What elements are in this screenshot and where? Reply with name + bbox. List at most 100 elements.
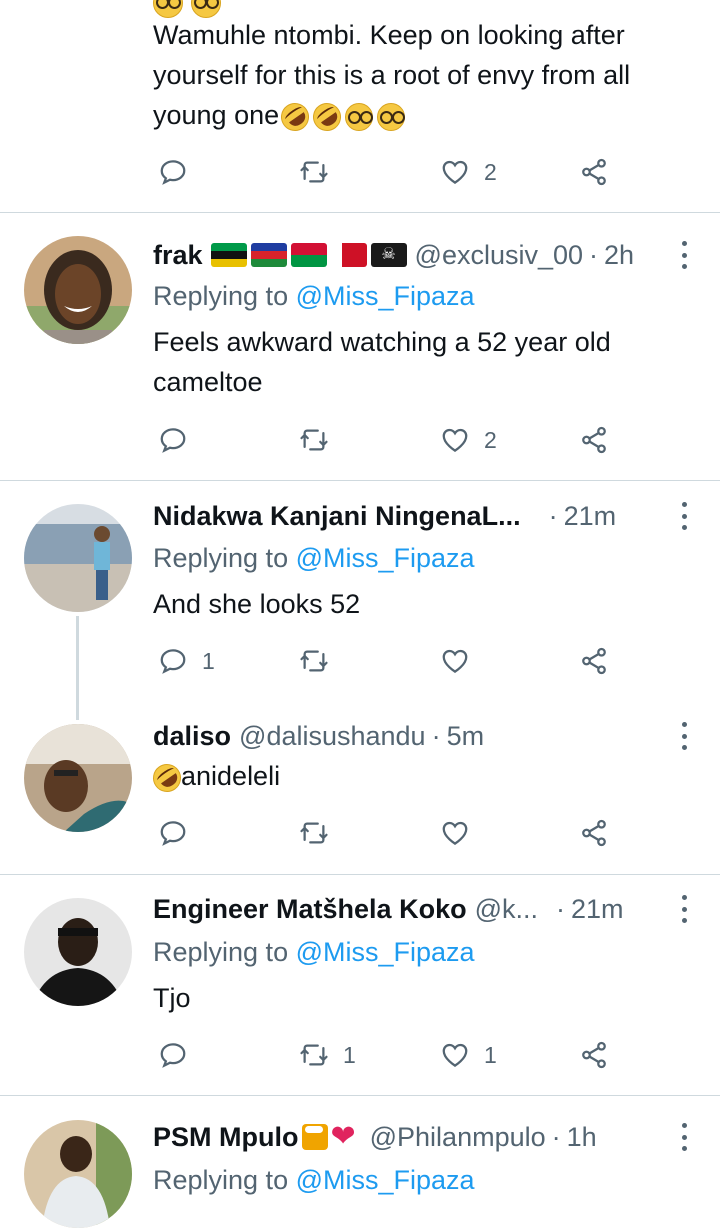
rolling-on-floor-laughing-icon bbox=[307, 97, 347, 137]
nerd-face-icon bbox=[345, 102, 374, 131]
reply-icon bbox=[158, 425, 188, 455]
heart-icon bbox=[440, 425, 470, 455]
more-options-icon[interactable] bbox=[680, 241, 688, 269]
reply-count: 1 bbox=[202, 647, 215, 674]
tweet-partial: Wamuhle ntombi. Keep on looking after yo… bbox=[0, 0, 720, 212]
timestamp[interactable]: 2h bbox=[604, 235, 634, 275]
divider bbox=[0, 480, 720, 481]
replying-to: Replying to @Miss_Fipaza bbox=[153, 937, 475, 967]
bahrain-flag-icon bbox=[330, 243, 367, 267]
retweet-button[interactable] bbox=[299, 152, 329, 192]
reply-icon bbox=[158, 818, 188, 848]
clinking-beer-mugs-icon bbox=[302, 1124, 329, 1150]
tweet-text: Wamuhle ntombi. Keep on looking after yo… bbox=[153, 15, 630, 137]
user-handle[interactable]: @Philanmpulo bbox=[370, 1117, 546, 1157]
display-name[interactable]: Engineer Matšhela Koko bbox=[153, 889, 467, 929]
reply-icon bbox=[158, 1040, 188, 1070]
retweet-icon bbox=[299, 1040, 329, 1070]
tweet-text: And she looks 52 bbox=[153, 589, 361, 619]
share-button[interactable] bbox=[579, 813, 609, 853]
separator: · bbox=[551, 1122, 561, 1152]
like-button[interactable] bbox=[440, 813, 470, 853]
replying-to: Replying to @Miss_Fipaza bbox=[153, 281, 475, 311]
separator: · bbox=[548, 501, 558, 531]
more-options-icon[interactable] bbox=[680, 895, 688, 923]
user-handle[interactable]: @k... bbox=[475, 889, 538, 929]
avatar[interactable] bbox=[24, 504, 132, 612]
tweet-header: daliso @dalisushandu · 5m bbox=[153, 716, 484, 756]
heart-icon bbox=[440, 157, 470, 187]
flag-emoji-group: ☠ bbox=[210, 243, 407, 267]
reply-button[interactable] bbox=[158, 152, 188, 192]
tweet-header: PSM Mpulo ❤ @Philanmpulo · 1h bbox=[153, 1117, 597, 1157]
like-count: 2 bbox=[484, 426, 497, 453]
tweet-header: frak ☠ @exclusiv_00 · 2h bbox=[153, 235, 634, 275]
retweet-icon bbox=[299, 646, 329, 676]
user-handle[interactable]: @dalisushandu bbox=[239, 716, 426, 756]
action-bar bbox=[0, 813, 720, 853]
like-button[interactable]: 1 bbox=[440, 1035, 497, 1075]
timestamp[interactable]: 21m bbox=[571, 889, 624, 929]
divider bbox=[0, 1095, 720, 1096]
divider bbox=[0, 874, 720, 875]
tweet-body: Replying to @Miss_Fipaza bbox=[153, 1160, 475, 1200]
divider bbox=[0, 212, 720, 213]
retweet-button[interactable] bbox=[299, 641, 329, 681]
display-name[interactable]: daliso bbox=[153, 716, 231, 756]
share-button[interactable] bbox=[579, 420, 609, 460]
reply-button[interactable] bbox=[158, 813, 188, 853]
new-caledonia-flag-icon bbox=[250, 243, 287, 267]
like-button[interactable]: 2 bbox=[440, 420, 497, 460]
more-options-icon[interactable] bbox=[680, 1123, 688, 1151]
pirate-flag-icon: ☠ bbox=[370, 243, 407, 267]
share-icon bbox=[579, 425, 609, 455]
heart-icon bbox=[440, 646, 470, 676]
thread-connector bbox=[76, 616, 79, 720]
replying-to: Replying to @Miss_Fipaza bbox=[153, 543, 475, 573]
more-options-icon[interactable] bbox=[680, 502, 688, 530]
avatar[interactable] bbox=[24, 898, 132, 1006]
tweet-text: anideleli bbox=[147, 756, 280, 798]
like-button[interactable] bbox=[440, 641, 470, 681]
share-button[interactable] bbox=[579, 152, 609, 192]
share-icon bbox=[579, 646, 609, 676]
replying-to-link[interactable]: @Miss_Fipaza bbox=[296, 543, 475, 573]
timestamp[interactable]: 21m bbox=[564, 496, 617, 536]
reply-button[interactable] bbox=[158, 420, 188, 460]
share-icon bbox=[579, 818, 609, 848]
user-handle[interactable]: @exclusiv_00 bbox=[415, 235, 584, 275]
heart-icon bbox=[440, 1040, 470, 1070]
timestamp[interactable]: 1h bbox=[567, 1117, 597, 1157]
reply-button[interactable] bbox=[158, 1035, 188, 1075]
action-bar: 1 1 bbox=[0, 1035, 720, 1075]
tweet-text: Tjo bbox=[153, 983, 191, 1013]
tweet-body: Replying to @Miss_Fipaza And she looks 5… bbox=[153, 538, 475, 624]
retweet-button[interactable] bbox=[299, 813, 329, 853]
avatar[interactable] bbox=[24, 236, 132, 344]
reply-icon bbox=[158, 157, 188, 187]
share-icon bbox=[579, 1040, 609, 1070]
more-options-icon[interactable] bbox=[680, 722, 688, 750]
heart-icon bbox=[440, 818, 470, 848]
display-name[interactable]: frak bbox=[153, 235, 203, 275]
retweet-button[interactable]: 1 bbox=[299, 1035, 356, 1075]
retweet-icon bbox=[299, 818, 329, 848]
like-button[interactable]: 2 bbox=[440, 152, 497, 192]
like-count: 2 bbox=[484, 158, 497, 185]
reply-button[interactable]: 1 bbox=[158, 641, 215, 681]
share-button[interactable] bbox=[579, 1035, 609, 1075]
retweet-button[interactable] bbox=[299, 420, 329, 460]
display-name[interactable]: PSM Mpulo bbox=[153, 1117, 298, 1157]
replying-to-link[interactable]: @Miss_Fipaza bbox=[296, 281, 475, 311]
display-name[interactable]: Nidakwa Kanjani NingenaL... bbox=[153, 496, 521, 536]
separator: · bbox=[589, 240, 599, 270]
replying-to-link[interactable]: @Miss_Fipaza bbox=[296, 937, 475, 967]
replying-to: Replying to @Miss_Fipaza bbox=[153, 1165, 475, 1195]
retweet-icon bbox=[299, 157, 329, 187]
retweet-count: 1 bbox=[343, 1041, 356, 1068]
timestamp[interactable]: 5m bbox=[447, 716, 485, 756]
share-button[interactable] bbox=[579, 641, 609, 681]
replying-to-link[interactable]: @Miss_Fipaza bbox=[296, 1165, 475, 1195]
rolling-on-floor-laughing-icon bbox=[275, 97, 315, 137]
retweet-icon bbox=[299, 425, 329, 455]
